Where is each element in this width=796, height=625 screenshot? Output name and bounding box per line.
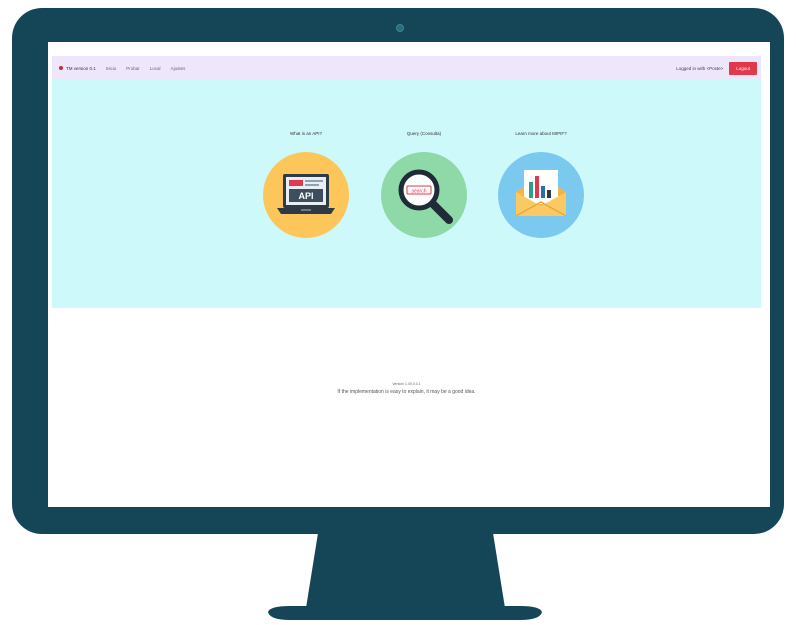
- laptop-api-icon[interactable]: API: [263, 152, 349, 238]
- hero-section: What is an API? API Query (Consulta) sea…: [52, 80, 761, 308]
- feature-title: Learn more about MIPIF?: [515, 131, 567, 136]
- api-icon-text: API: [298, 191, 313, 201]
- feature-title: What is an API?: [289, 131, 323, 136]
- feature-title: Query (Consulta): [406, 131, 442, 136]
- top-navbar: TM version 0.1 Inicio Probar Local Ajust…: [52, 56, 761, 80]
- footer-quote: If the implementation is easy to explain…: [337, 389, 476, 395]
- brand-logo-icon: [59, 66, 63, 70]
- search-icon-text: search: [411, 189, 426, 195]
- monitor-bezel: TM version 0.1 Inicio Probar Local Ajust…: [12, 8, 784, 534]
- footer: Versión 1.00.0.0.1 If the implementation…: [52, 382, 761, 395]
- mail-chart-icon[interactable]: [498, 152, 584, 238]
- nav-brand[interactable]: TM version 0.1: [66, 66, 96, 71]
- logout-button[interactable]: Logout: [729, 61, 757, 75]
- nav-link-ajustes[interactable]: Ajustes: [171, 66, 186, 71]
- magnifier-icon[interactable]: search: [381, 152, 467, 238]
- feature-query[interactable]: Query (Consulta) search: [379, 131, 469, 238]
- webcam-icon: [396, 24, 404, 32]
- nav-link-probar[interactable]: Probar: [126, 66, 140, 71]
- feature-what-is-api[interactable]: What is an API? API: [261, 131, 351, 238]
- version-label: Versión 1.00.0.0.1: [392, 382, 421, 386]
- nav-link-local[interactable]: Local: [150, 66, 161, 71]
- screen: TM version 0.1 Inicio Probar Local Ajust…: [48, 42, 770, 507]
- nav-link-inicio[interactable]: Inicio: [106, 66, 117, 71]
- logged-in-user: Logged in with <Poste>: [676, 65, 724, 71]
- feature-learn-more[interactable]: Learn more about MIPIF?: [496, 131, 586, 238]
